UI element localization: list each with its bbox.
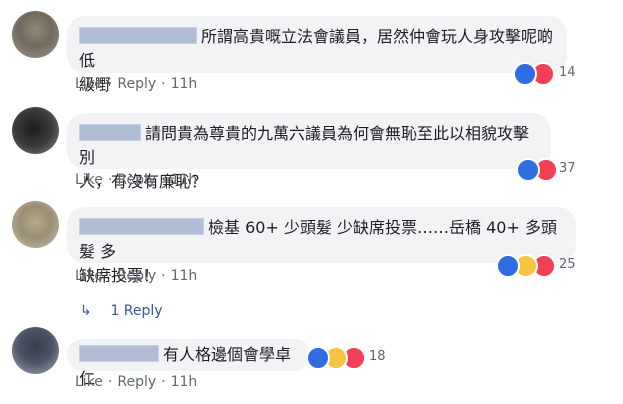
timestamp[interactable]: 11h (171, 268, 198, 284)
comment-actions: Like · Reply · 11h (75, 268, 198, 284)
timestamp[interactable]: 11h (171, 172, 198, 188)
like-reaction-icon (516, 158, 540, 182)
reply-link[interactable]: Reply (117, 172, 156, 188)
reaction-count: 18 (369, 349, 386, 364)
reactions[interactable]: 18 (306, 346, 396, 370)
comment-bubble: 請問貴為尊貴的九萬六議員為何會無恥至此以相貌攻擊別 人，有沒有廉恥？ (67, 113, 551, 191)
avatar[interactable] (12, 201, 59, 248)
commenter-name[interactable] (79, 27, 197, 44)
like-link[interactable]: Like (75, 268, 103, 284)
like-link[interactable]: Like (75, 374, 103, 390)
like-reaction-icon (496, 254, 520, 278)
replies-count-text[interactable]: 1 Reply (110, 303, 162, 319)
reactions[interactable]: 25 (496, 254, 586, 278)
reply-arrow-icon: ↳ (80, 303, 92, 319)
comment-actions: Like · Reply · 11h (75, 76, 198, 92)
commenter-name[interactable] (79, 345, 159, 362)
like-link[interactable]: Like (75, 76, 103, 92)
reactions[interactable]: 37 (516, 158, 586, 182)
comment-actions: Like · Reply · 11h (75, 374, 198, 390)
comment-bubble: 有人格邊個會學卓仁 (67, 339, 311, 388)
reply-link[interactable]: Reply (117, 76, 156, 92)
timestamp[interactable]: 11h (171, 76, 198, 92)
avatar[interactable] (12, 11, 59, 58)
like-reaction-icon (306, 346, 330, 370)
reaction-count: 37 (559, 161, 576, 176)
like-reaction-icon (513, 62, 537, 86)
comment-actions: Like · Reply · 11h (75, 172, 198, 188)
reaction-count: 25 (559, 257, 576, 272)
avatar[interactable] (12, 107, 59, 154)
view-replies-link[interactable]: ↳ 1 Reply (80, 303, 163, 319)
timestamp[interactable]: 11h (171, 374, 198, 390)
reply-link[interactable]: Reply (117, 268, 156, 284)
comment-bubble: 所謂高貴嘅立法會議員，居然仲會玩人身攻擊呢啲低 級嘢 (67, 16, 567, 94)
reactions[interactable]: 14 (513, 62, 583, 86)
reply-link[interactable]: Reply (117, 374, 156, 390)
commenter-name[interactable] (79, 124, 141, 141)
reaction-count: 14 (559, 65, 576, 80)
commenter-name[interactable] (79, 218, 204, 235)
like-link[interactable]: Like (75, 172, 103, 188)
avatar[interactable] (12, 327, 59, 374)
comment-text: 請問貴為尊貴的九萬六議員為何會無恥至此以相貌攻擊別 (79, 124, 530, 167)
